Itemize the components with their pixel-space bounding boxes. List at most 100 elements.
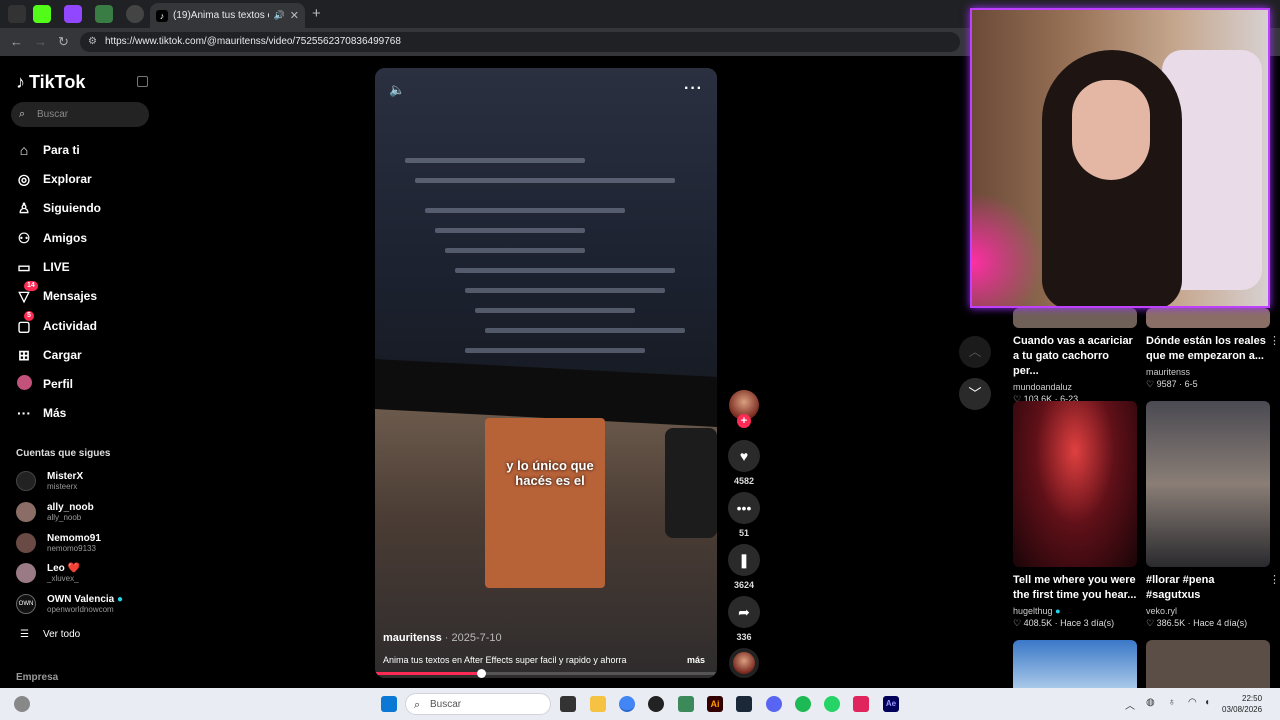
video-thumbnail[interactable] <box>1013 308 1137 328</box>
cam-face <box>1072 80 1150 180</box>
card-author: veko.ryl <box>1146 606 1178 616</box>
next-video-button[interactable]: ﹀ <box>959 378 991 410</box>
recommended-video-card[interactable]: Tell me where you were the first time yo… <box>1013 401 1137 629</box>
spotify-icon[interactable] <box>795 696 811 712</box>
app-icon[interactable] <box>678 696 694 712</box>
nav-item-friends[interactable]: ⚇ Amigos <box>16 228 87 248</box>
avatar <box>16 533 36 553</box>
whatsapp-icon[interactable] <box>824 696 840 712</box>
volume-icon[interactable]: 🔈 <box>389 82 405 98</box>
pinned-tab-icon[interactable] <box>95 5 113 23</box>
video-thumbnail[interactable] <box>1146 308 1270 328</box>
nav-item-profile[interactable]: Perfil <box>16 374 73 394</box>
following-account[interactable]: OWN OWN Valencia ● openworldnowcom <box>16 591 123 617</box>
search-input[interactable]: ⌕ Buscar <box>11 102 149 127</box>
taskbar-search[interactable]: ⌕ Buscar <box>405 693 551 715</box>
collapse-sidebar-icon[interactable] <box>137 76 148 87</box>
video-thumbnail[interactable] <box>1013 401 1137 567</box>
recommended-video-card[interactable]: ⋮ #llorar #pena #sagutxus veko.ryl ♡ 386… <box>1146 401 1280 629</box>
follow-plus-icon[interactable]: + <box>737 414 751 428</box>
volume-icon[interactable]: ◖ <box>1204 697 1210 708</box>
company-link[interactable]: Empresa <box>16 672 58 683</box>
nav-item-explore[interactable]: ◎ Explorar <box>16 169 92 189</box>
kick-tab-icon[interactable] <box>33 5 51 23</box>
app-icon[interactable] <box>853 696 869 712</box>
previous-video-button[interactable]: ︿ <box>959 336 991 368</box>
microphone-icon[interactable]: ♁ <box>1168 697 1176 708</box>
see-all-link[interactable]: ☰ Ver todo <box>20 629 80 640</box>
tray-chevron-icon[interactable]: ︿ <box>1125 697 1135 712</box>
pinned-tab-icon[interactable] <box>126 5 144 23</box>
bookmark-icon[interactable]: ❚ <box>728 544 760 576</box>
task-view-icon[interactable] <box>560 696 576 712</box>
save-action[interactable]: ❚ 3624 <box>728 544 760 590</box>
nav-label: Siguiendo <box>43 201 101 215</box>
more-options-icon[interactable]: ··· <box>684 80 703 98</box>
heart-icon[interactable]: ♥ <box>728 440 760 472</box>
twitch-tab-icon[interactable] <box>64 5 82 23</box>
video-author[interactable]: mauritenss · 2025-7-10 <box>383 632 502 644</box>
share-action[interactable]: ➦ 336 <box>728 596 760 642</box>
following-account[interactable]: ally_noob ally_noob <box>16 499 94 525</box>
recommended-video-card[interactable]: ⋮ Dónde están los reales que me empezaro… <box>1146 308 1280 390</box>
browser-menu-icon[interactable] <box>8 5 26 23</box>
video-thumbnail[interactable] <box>1146 640 1270 688</box>
card-stats: ♡ 9587 · 6-5 <box>1146 379 1198 389</box>
video-progress-bar[interactable] <box>375 669 717 678</box>
nav-item-upload[interactable]: ⊞ Cargar <box>16 345 82 365</box>
after-effects-icon[interactable]: Ae <box>883 696 899 712</box>
chrome-icon[interactable] <box>619 696 635 712</box>
nav-item-messages[interactable]: ▽ 14 Mensajes <box>16 280 97 306</box>
messages-icon: ▽ 14 <box>16 280 38 305</box>
video-frame-box <box>485 418 605 588</box>
illustrator-icon[interactable]: Ai <box>707 696 723 712</box>
verified-icon: ● <box>1055 606 1061 616</box>
steam-icon[interactable] <box>736 696 752 712</box>
obs-icon[interactable] <box>648 696 664 712</box>
comment-icon[interactable]: ••• <box>728 492 760 524</box>
back-icon[interactable]: ← <box>10 34 23 49</box>
tiktok-logo[interactable]: ♪ TikTok <box>16 72 85 93</box>
nav-item-following[interactable]: ♙ Siguiendo <box>16 198 101 218</box>
nav-item-more[interactable]: ··· Más <box>16 403 66 423</box>
forward-icon[interactable]: → <box>34 34 47 49</box>
taskbar-search-placeholder: Buscar <box>430 699 462 710</box>
windows-start-icon[interactable] <box>381 696 397 712</box>
url-field[interactable]: ⚙ https://www.tiktok.com/@mauritenss/vid… <box>80 32 960 52</box>
taskbar-clock[interactable]: 22:50 03/08/2026 <box>1222 693 1262 715</box>
nav-label: Para ti <box>43 143 80 157</box>
file-explorer-icon[interactable] <box>590 696 606 712</box>
speaker-icon[interactable]: 🔊 <box>274 10 285 21</box>
video-thumbnail[interactable] <box>1013 640 1137 688</box>
following-account[interactable]: MisterX misteerx <box>16 468 83 494</box>
card-title: Dónde están los reales que me empezaron … <box>1146 335 1266 362</box>
close-tab-icon[interactable]: ✕ <box>290 9 299 22</box>
video-player[interactable]: y lo único que hacés es el 🔈 ··· maurite… <box>375 68 717 678</box>
author-name: mauritenss <box>383 632 442 644</box>
following-account[interactable]: Leo ❤️ _xluvex_ <box>16 560 80 586</box>
discord-icon[interactable] <box>766 696 782 712</box>
description-more-button[interactable]: más <box>687 655 705 665</box>
comment-action[interactable]: ••• 51 <box>728 492 760 538</box>
wifi-icon[interactable]: ◠ <box>1188 697 1197 708</box>
network-icon[interactable]: ◍ <box>1146 697 1155 708</box>
kebab-menu-icon[interactable]: ⋮ <box>1269 334 1280 347</box>
following-account[interactable]: Nemomo91 nemomo9133 <box>16 530 101 556</box>
list-icon: ☰ <box>20 629 29 640</box>
nav-item-for-you[interactable]: ⌂ Para ti <box>16 140 80 160</box>
like-action[interactable]: ♥ 4582 <box>728 440 760 486</box>
active-tab[interactable]: ♪ (19)Anima tus textos en Aft 🔊 ✕ <box>150 3 305 28</box>
share-icon[interactable]: ➦ <box>728 596 760 628</box>
video-thumbnail[interactable] <box>1146 401 1270 567</box>
music-disc-avatar[interactable] <box>729 648 759 678</box>
site-info-icon[interactable]: ⚙ <box>88 32 97 52</box>
reload-icon[interactable]: ↻ <box>58 34 69 50</box>
nav-item-activity[interactable]: ▢ 5 Actividad <box>16 310 97 336</box>
card-author: mauritenss <box>1146 367 1191 377</box>
kebab-menu-icon[interactable]: ⋮ <box>1269 573 1280 586</box>
progress-fill <box>375 672 482 675</box>
new-tab-button[interactable]: + <box>312 5 321 22</box>
nav-item-live[interactable]: ▭ LIVE <box>16 257 69 277</box>
recommended-video-card[interactable]: Cuando vas a acariciar a tu gato cachorr… <box>1013 308 1137 405</box>
progress-handle[interactable] <box>477 669 487 678</box>
